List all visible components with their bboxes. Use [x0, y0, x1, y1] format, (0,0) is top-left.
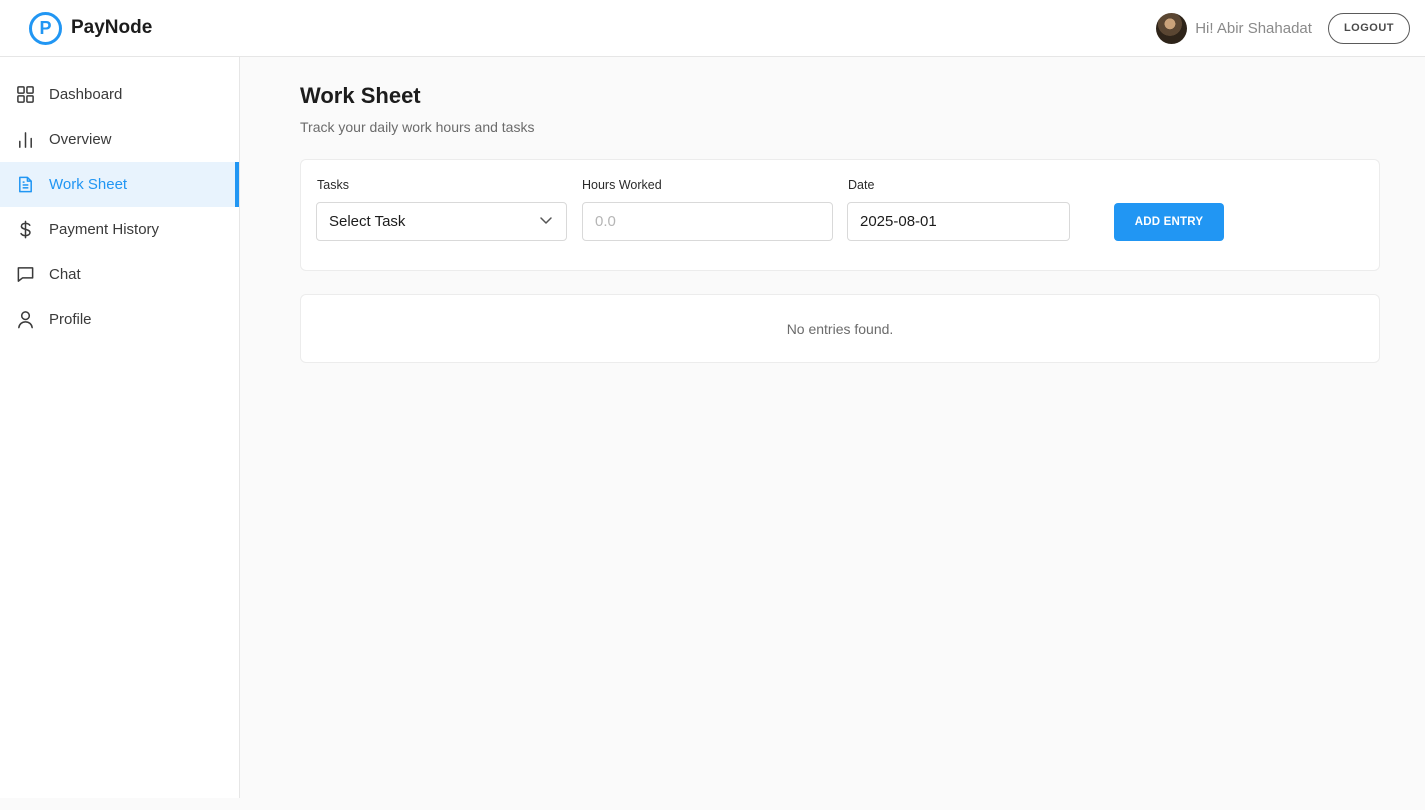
task-select[interactable]: Select Task — [316, 202, 567, 241]
sidebar: Dashboard Overview Work Sheet Payment Hi… — [0, 57, 240, 798]
task-label: Tasks — [317, 178, 349, 192]
page-title: Work Sheet — [300, 83, 421, 108]
chat-icon — [16, 265, 35, 284]
sidebar-item-label: Work Sheet — [49, 176, 128, 193]
sidebar-item-work-sheet[interactable]: Work Sheet — [0, 162, 239, 207]
date-label: Date — [848, 178, 875, 192]
dollar-icon — [16, 220, 35, 239]
user-icon — [16, 310, 35, 329]
sidebar-item-label: Dashboard — [49, 86, 123, 103]
user-greeting: Hi! Abir Shahadat — [1195, 19, 1312, 37]
brand-name: PayNode — [71, 17, 153, 38]
grid-icon — [16, 85, 35, 104]
avatar[interactable] — [1156, 12, 1188, 44]
entries-list: No entries found. — [300, 294, 1380, 363]
chevron-down-icon — [538, 212, 554, 232]
hours-input-placeholder: 0.0 — [595, 213, 616, 230]
sidebar-item-label: Overview — [49, 131, 112, 148]
top-header: P PayNode Hi! Abir Shahadat LOGOUT — [0, 0, 1425, 57]
user-area: Hi! Abir Shahadat LOGOUT — [1156, 12, 1410, 44]
brand[interactable]: P PayNode — [29, 11, 153, 45]
add-entry-button[interactable]: ADD ENTRY — [1114, 203, 1224, 241]
brand-logo-icon: P — [29, 11, 62, 45]
date-input[interactable]: 2025-08-01 — [847, 202, 1070, 241]
brand-logo-letter: P — [39, 18, 52, 38]
task-select-value: Select Task — [329, 213, 406, 230]
hours-input[interactable]: 0.0 — [582, 202, 833, 241]
hours-label: Hours Worked — [582, 178, 662, 192]
sidebar-item-overview[interactable]: Overview — [0, 117, 239, 162]
entry-form-card: Tasks Select Task Hours Worked 0.0 Date … — [300, 159, 1380, 271]
empty-state-message: No entries found. — [786, 320, 894, 337]
logout-button[interactable]: LOGOUT — [1327, 12, 1410, 44]
date-input-value: 2025-08-01 — [860, 213, 937, 230]
sidebar-item-profile[interactable]: Profile — [0, 297, 239, 342]
sidebar-item-chat[interactable]: Chat — [0, 252, 239, 297]
sidebar-item-dashboard[interactable]: Dashboard — [0, 72, 239, 117]
sidebar-item-label: Payment History — [49, 221, 160, 238]
sidebar-item-label: Profile — [49, 311, 92, 328]
document-icon — [16, 175, 35, 194]
main-content: Work Sheet Track your daily work hours a… — [300, 57, 1380, 363]
sidebar-item-payment-history[interactable]: Payment History — [0, 207, 239, 252]
page-subtitle: Track your daily work hours and tasks — [300, 119, 535, 135]
bar-chart-icon — [16, 130, 35, 149]
sidebar-item-label: Chat — [49, 266, 81, 283]
